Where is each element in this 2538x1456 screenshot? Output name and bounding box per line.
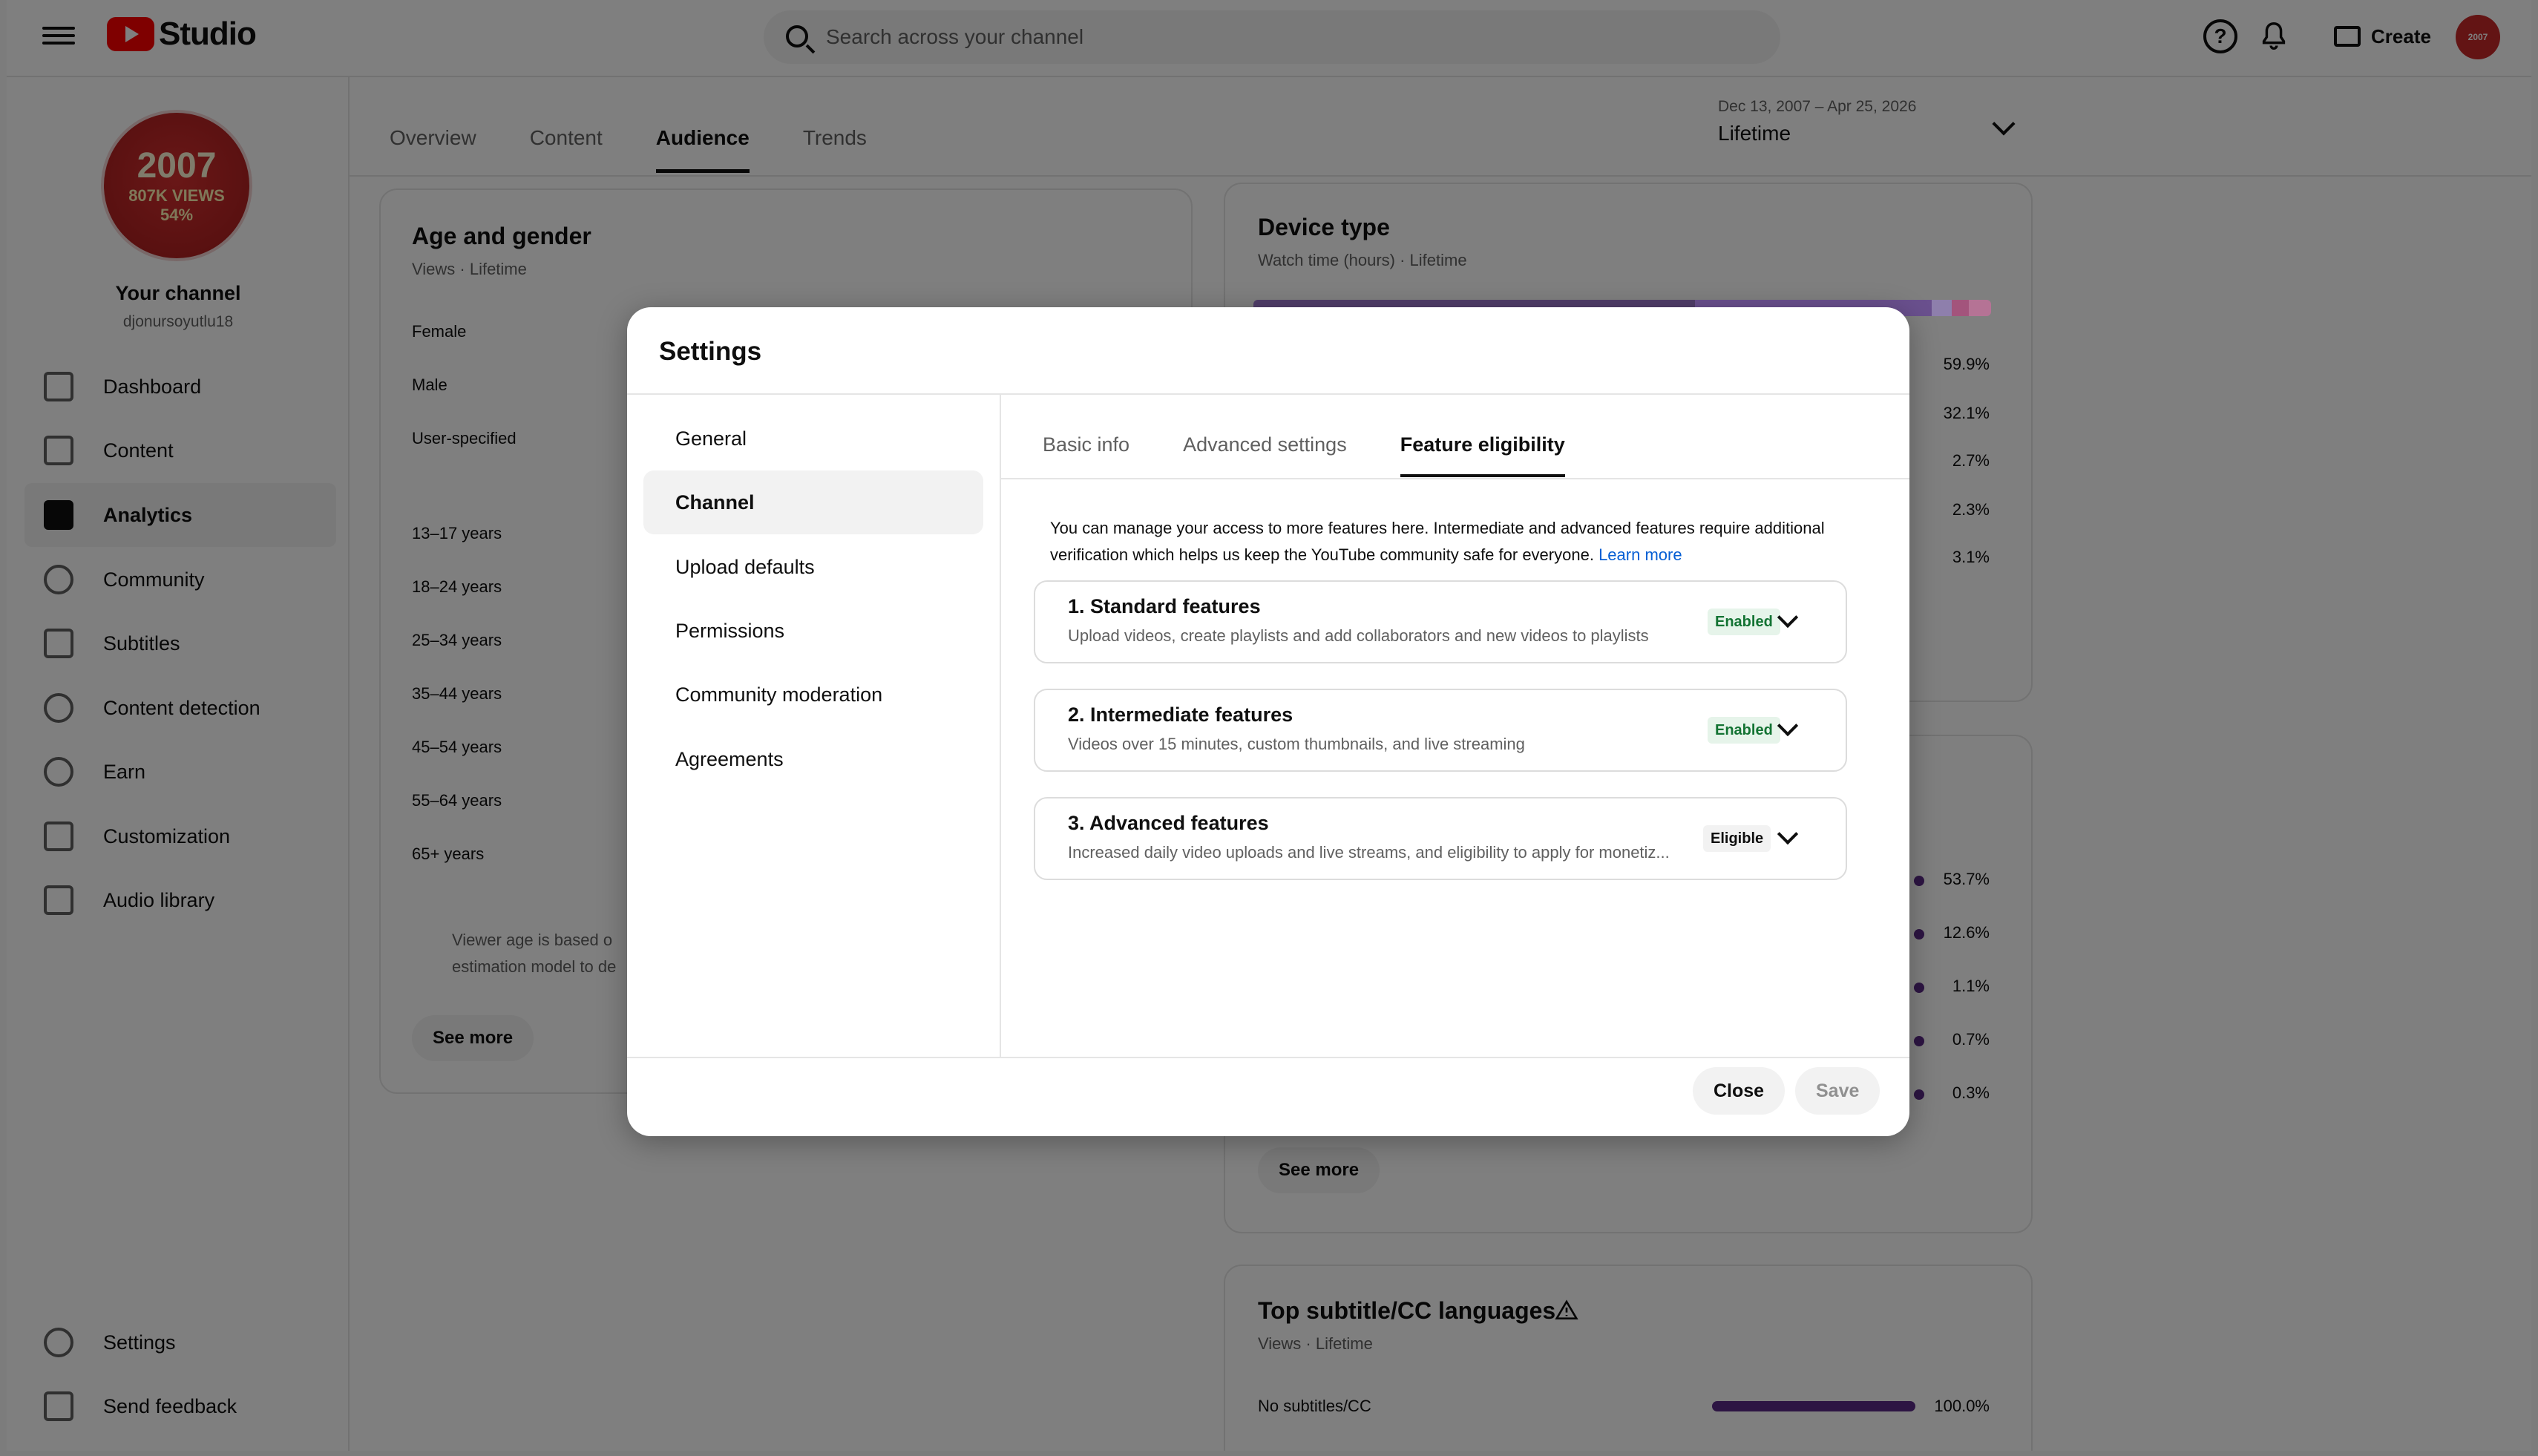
feature-advanced[interactable]: 3. Advanced features Increased daily vid… xyxy=(1034,797,1847,880)
status-badge: Eligible xyxy=(1703,825,1771,852)
settings-nav-general[interactable]: General xyxy=(643,407,983,470)
dialog-title: Settings xyxy=(659,337,762,366)
channel-settings-tabs: Basic info Advanced settings Feature eli… xyxy=(1043,433,1619,477)
tab-feature-eligibility[interactable]: Feature eligibility xyxy=(1400,433,1565,477)
status-badge: Enabled xyxy=(1708,717,1780,744)
feature-eligibility-intro: You can manage your access to more featu… xyxy=(1050,515,1837,568)
learn-more-link[interactable]: Learn more xyxy=(1598,545,1682,564)
settings-nav-agreements[interactable]: Agreements xyxy=(643,727,983,791)
feature-title: 3. Advanced features xyxy=(1068,812,1269,834)
settings-dialog: Settings General Channel Upload defaults… xyxy=(627,307,1909,1136)
chevron-down-icon[interactable] xyxy=(1777,823,1799,845)
save-button[interactable]: Save xyxy=(1795,1067,1880,1115)
intro-text: You can manage your access to more featu… xyxy=(1050,519,1825,564)
close-button[interactable]: Close xyxy=(1693,1067,1786,1115)
status-badge: Enabled xyxy=(1708,609,1780,635)
device-bar-segment xyxy=(1969,300,1991,316)
settings-nav-permissions[interactable]: Permissions xyxy=(643,599,983,663)
feature-title: 2. Intermediate features xyxy=(1068,704,1293,726)
chevron-down-icon[interactable] xyxy=(1777,715,1799,737)
feature-intermediate[interactable]: 2. Intermediate features Videos over 15 … xyxy=(1034,689,1847,772)
settings-nav-community-moderation[interactable]: Community moderation xyxy=(643,663,983,727)
feature-description: Increased daily video uploads and live s… xyxy=(1068,843,1670,862)
device-bar-segment xyxy=(1932,300,1952,316)
divider xyxy=(627,393,1909,395)
settings-nav-upload-defaults[interactable]: Upload defaults xyxy=(643,535,983,599)
device-bar-segment xyxy=(1952,300,1970,316)
feature-title: 1. Standard features xyxy=(1068,595,1261,617)
divider xyxy=(627,1057,1909,1058)
divider xyxy=(1000,393,1001,1058)
tab-basic-info[interactable]: Basic info xyxy=(1043,433,1129,477)
feature-standard[interactable]: 1. Standard features Upload videos, crea… xyxy=(1034,580,1847,663)
feature-description: Videos over 15 minutes, custom thumbnail… xyxy=(1068,735,1525,753)
chevron-down-icon[interactable] xyxy=(1777,606,1799,629)
divider xyxy=(1001,478,1909,479)
tab-advanced-settings[interactable]: Advanced settings xyxy=(1183,433,1347,477)
settings-nav-channel[interactable]: Channel xyxy=(643,470,983,534)
feature-description: Upload videos, create playlists and add … xyxy=(1068,626,1649,645)
